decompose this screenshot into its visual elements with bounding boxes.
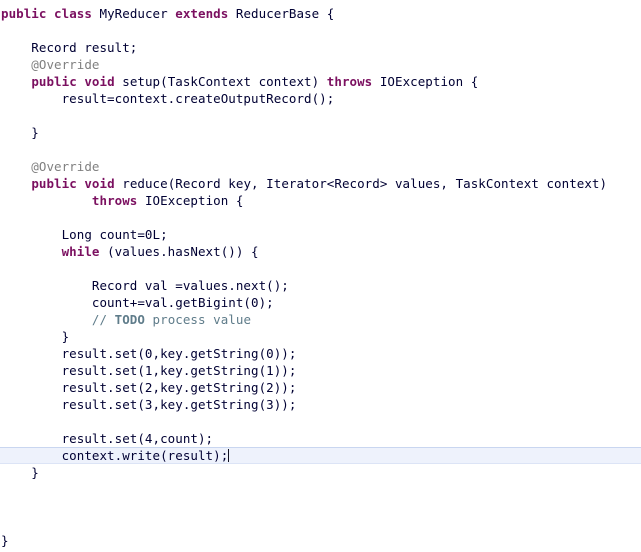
code-line-28: }	[1, 465, 39, 480]
code-line-24: result.set(3,key.getString(3));	[1, 397, 297, 412]
current-line-text: context.write(result);	[1, 448, 229, 463]
code-line-11: public void reduce(Record key, Iterator<…	[0, 175, 641, 192]
code-line-5: public void setup(TaskContext context) t…	[0, 73, 641, 90]
code-line-1: public class MyReducer extends ReducerBa…	[0, 5, 641, 22]
text-caret	[228, 449, 230, 462]
loop-condition: (values.hasNext()) {	[99, 244, 259, 259]
code-line-32: }	[1, 533, 9, 548]
keyword-public: public	[1, 6, 47, 21]
code-line-15: while (values.hasNext()) {	[0, 243, 641, 260]
code-line-12: throws IOException {	[0, 192, 641, 209]
code-content[interactable]: public class MyReducer extends ReducerBa…	[0, 5, 641, 549]
keyword-void: void	[84, 74, 115, 89]
code-line-20: }	[1, 329, 70, 344]
code-line-6: result=context.createOutputRecord();	[1, 91, 335, 106]
method-signature: setup(TaskContext context)	[114, 74, 327, 89]
method-signature: reduce(Record key, Iterator<Record> valu…	[114, 176, 608, 191]
code-line-4: @Override	[0, 56, 641, 73]
keyword-class: class	[54, 6, 92, 21]
code-line-9-blank	[0, 141, 641, 158]
keyword-while: while	[61, 244, 100, 259]
annotation-override: @Override	[1, 57, 100, 72]
code-line-7-blank	[0, 107, 641, 124]
annotation-override: @Override	[1, 159, 100, 174]
code-editor[interactable]: public class MyReducer extends ReducerBa…	[0, 0, 641, 552]
exception-type: IOException {	[372, 74, 479, 89]
class-name: MyReducer	[99, 6, 168, 21]
comment-todo-tag: TODO	[114, 312, 145, 327]
keyword-void: void	[84, 176, 115, 191]
code-line-13-blank	[0, 209, 641, 226]
code-line-14: Long count=0L;	[1, 227, 168, 242]
comment-text: process value	[144, 312, 252, 327]
code-line-3: Record result;	[1, 40, 138, 55]
code-line-29-blank	[0, 481, 641, 498]
keyword-throws: throws	[91, 193, 138, 208]
code-line-2-blank	[0, 22, 641, 39]
keyword-public: public	[31, 74, 77, 89]
code-line-25-blank	[0, 413, 641, 430]
code-line-21: result.set(0,key.getString(0));	[1, 346, 297, 361]
code-line-22: result.set(1,key.getString(1));	[1, 363, 297, 378]
code-line-8: }	[1, 125, 39, 140]
code-line-17: Record val =values.next();	[1, 278, 289, 293]
code-line-23: result.set(2,key.getString(2));	[1, 380, 297, 395]
code-line-26: result.set(4,count);	[1, 431, 214, 446]
exception-type: IOException {	[137, 193, 244, 208]
comment-slashes: //	[91, 312, 115, 327]
keyword-throws: throws	[326, 74, 373, 89]
code-line-30-blank	[0, 498, 641, 515]
keyword-extends: extends	[175, 6, 229, 21]
keyword-public: public	[31, 176, 77, 191]
code-line-27-current[interactable]: context.write(result);	[0, 447, 641, 464]
superclass-name: ReducerBase {	[235, 6, 335, 21]
code-line-18: count+=val.getBigint(0);	[1, 295, 274, 310]
code-line-16-blank	[0, 260, 641, 277]
code-line-10: @Override	[0, 158, 641, 175]
code-line-19: // TODO process value	[0, 311, 641, 328]
code-line-31-blank	[0, 515, 641, 532]
